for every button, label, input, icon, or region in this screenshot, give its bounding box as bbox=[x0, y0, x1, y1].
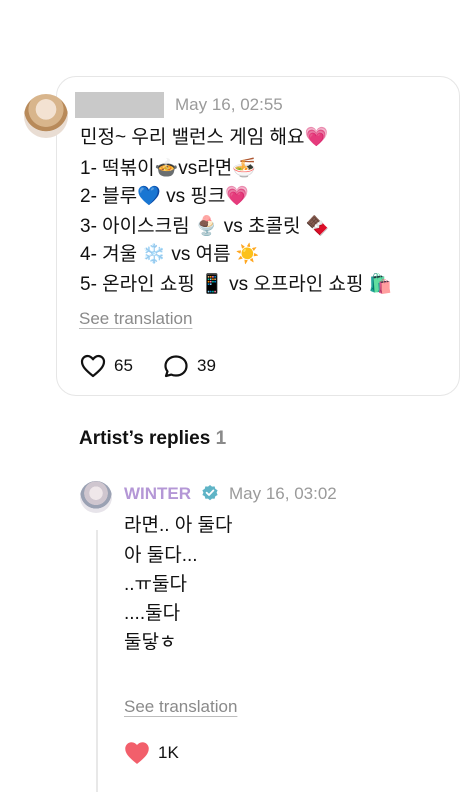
artist-reply-line: ....둘다 bbox=[124, 603, 181, 624]
fan-avatar[interactable] bbox=[24, 94, 68, 138]
thread-line bbox=[96, 530, 98, 792]
artist-replies-header: Artist’s replies 1 bbox=[79, 428, 226, 450]
fan-post-line: 5- 온라인 쇼핑 📱 vs 오프라인 쇼핑 🛍️ bbox=[80, 274, 393, 295]
artist-reply-line: 라면.. 아 둘다 bbox=[124, 515, 233, 536]
artist-like-count: 1K bbox=[158, 743, 179, 762]
verified-badge-icon bbox=[202, 485, 218, 501]
fan-post-line: 1- 떡볶이🍲vs라면🍜 bbox=[80, 158, 256, 179]
like-count: 65 bbox=[114, 356, 133, 375]
artist-reply-line: 둘닿ㅎ bbox=[124, 632, 177, 653]
redacted-username bbox=[75, 92, 164, 118]
artist-replies-count: 1 bbox=[215, 428, 227, 449]
fan-post-line: 4- 겨울 ❄️ vs 여름 ☀️ bbox=[80, 244, 260, 265]
artist-reply-timestamp: May 16, 03:02 bbox=[229, 484, 337, 503]
see-translation-link[interactable]: See translation bbox=[79, 309, 192, 329]
artist-name[interactable]: WINTER bbox=[124, 484, 191, 504]
reply-button[interactable]: 39 bbox=[163, 354, 216, 378]
fan-post-line: 2- 블루💙 vs 핑크💗 bbox=[80, 186, 249, 207]
see-translation-link[interactable]: See translation bbox=[124, 697, 237, 717]
heart-outline-icon bbox=[80, 354, 106, 378]
reply-count: 39 bbox=[197, 356, 216, 375]
artist-replies-title: Artist’s replies bbox=[79, 428, 211, 449]
heart-filled-icon bbox=[125, 742, 149, 764]
artist-reply-line: ..ㅠ둘다 bbox=[124, 574, 187, 595]
fan-post-timestamp: May 16, 02:55 bbox=[175, 95, 283, 114]
artist-reply-line: 아 둘다... bbox=[124, 545, 198, 566]
fan-post-line: 3- 아이스크림 🍨 vs 초콜릿 🍫 bbox=[80, 216, 330, 237]
like-button[interactable]: 65 bbox=[80, 354, 133, 378]
speech-bubble-icon bbox=[164, 355, 188, 378]
fan-post-line: 민정~ 우리 밸런스 게임 해요💗 bbox=[80, 127, 329, 148]
artist-avatar[interactable] bbox=[80, 481, 112, 513]
artist-like-button[interactable]: 1K bbox=[124, 741, 179, 765]
